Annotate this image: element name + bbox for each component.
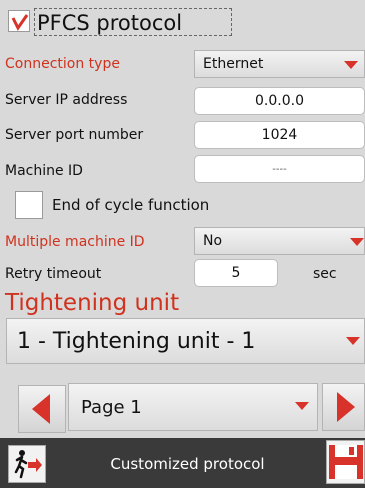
exit-icon xyxy=(14,450,42,479)
chevron-down-icon xyxy=(344,61,358,69)
multiple-machine-id-value: No xyxy=(203,233,223,249)
server-ip-field[interactable]: 0.0.0.0 xyxy=(194,87,365,115)
server-port-label: Server port number xyxy=(5,127,144,143)
multiple-machine-id-select[interactable]: No xyxy=(194,227,365,255)
retry-timeout-label: Retry timeout xyxy=(5,266,102,282)
chevron-down-icon xyxy=(346,337,360,345)
end-of-cycle-label: End of cycle function xyxy=(52,196,210,214)
page-select-value: Page 1 xyxy=(81,396,142,418)
arrow-right-icon xyxy=(337,392,355,422)
page-title: PFCS protocol xyxy=(34,8,232,36)
connection-type-value: Ethernet xyxy=(203,56,264,72)
page-select[interactable]: Page 1 xyxy=(68,383,318,431)
connection-type-label: Connection type xyxy=(5,56,120,72)
exit-button[interactable] xyxy=(8,445,46,483)
next-page-button[interactable] xyxy=(322,383,365,431)
previous-page-button[interactable] xyxy=(18,385,66,433)
retry-timeout-unit: sec xyxy=(313,266,337,282)
server-ip-label: Server IP address xyxy=(5,92,128,108)
machine-id-field[interactable]: ---- xyxy=(194,155,365,183)
connection-type-select[interactable]: Ethernet xyxy=(194,50,365,78)
chevron-down-icon xyxy=(350,238,364,246)
end-of-cycle-checkbox[interactable] xyxy=(15,191,43,219)
header-enable-checkbox[interactable] xyxy=(8,10,30,32)
server-port-field[interactable]: 1024 xyxy=(194,121,365,149)
save-button[interactable] xyxy=(326,440,365,484)
footer-title: Customized protocol xyxy=(110,455,265,473)
save-icon xyxy=(329,445,363,479)
arrow-left-icon xyxy=(32,394,50,424)
tightening-unit-value: 1 - Tightening unit - 1 xyxy=(17,328,256,354)
machine-id-label: Machine ID xyxy=(5,163,83,179)
multiple-machine-id-label: Multiple machine ID xyxy=(5,234,145,250)
tightening-unit-heading: Tightening unit xyxy=(5,290,180,316)
retry-timeout-field[interactable]: 5 xyxy=(194,259,278,287)
tightening-unit-select[interactable]: 1 - Tightening unit - 1 xyxy=(6,318,365,364)
checkmark-icon xyxy=(11,14,29,31)
chevron-down-icon xyxy=(295,402,309,410)
